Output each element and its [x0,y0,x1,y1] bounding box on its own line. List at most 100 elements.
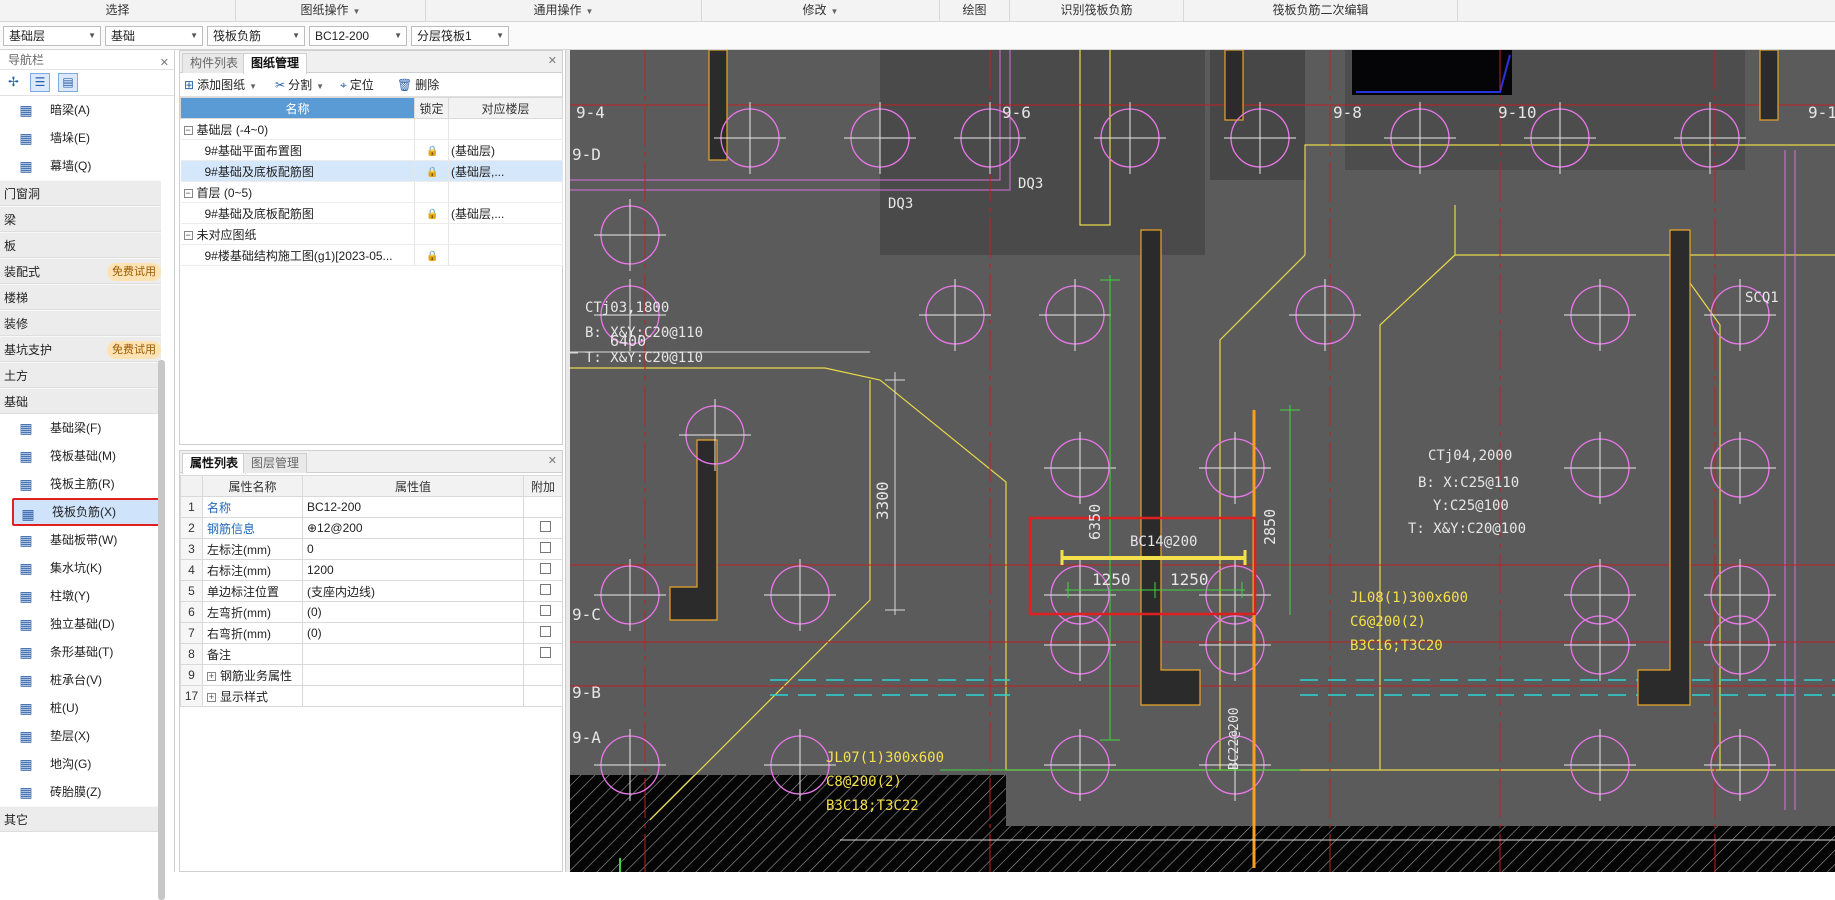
lock-cell[interactable]: 🔒 [414,160,449,182]
table-row[interactable]: 8 备注 [180,643,563,665]
free-trial-badge[interactable]: 免费试用 [107,263,161,281]
extra-checkbox[interactable] [539,626,551,637]
floor-cell[interactable] [448,223,563,245]
table-row[interactable]: 9#楼基础结构施工图(g1)[2023-05... 🔒 [180,244,563,266]
nav-item[interactable]: ▦ 地沟(G) [0,750,174,778]
nav-item[interactable]: ▦ 暗梁(A) [0,96,174,124]
floor-select[interactable]: 基础层 ▼ [3,26,101,46]
table-row[interactable]: 1 名称 BC12-200 [180,496,563,518]
type-select[interactable]: 筏板负筋 ▼ [207,26,305,46]
close-icon[interactable]: ✕ [548,54,557,67]
nav-category[interactable]: 土方 [0,362,161,388]
free-trial-badge[interactable]: 免费试用 [107,341,161,359]
ribbon-group-common-ops[interactable]: 通用操作 ▼ [426,0,702,22]
close-icon[interactable]: ✕ [548,454,557,467]
floor-cell[interactable] [448,181,563,203]
nav-item[interactable]: ▦ 条形基础(T) [0,638,174,666]
split-button[interactable]: ✂ 分割 ▼ [275,76,324,94]
expand-icon[interactable]: + [207,692,216,702]
table-row[interactable]: 7 右弯折(mm) (0) [180,622,563,644]
category-select[interactable]: 基础 ▼ [105,26,203,46]
table-row[interactable]: 9#基础平面布置图 🔒 (基础层) [180,139,563,161]
ribbon-group-select[interactable]: 选择 [0,0,236,22]
extra-checkbox[interactable] [539,605,551,616]
nav-item[interactable]: ▦ 柱墩(Y) [0,582,174,610]
nav-category[interactable]: 门窗洞 [0,180,161,206]
tab-property-list[interactable]: 属性列表 [182,453,247,474]
prop-value-cell[interactable]: (0) [302,622,524,644]
extra-checkbox[interactable] [539,647,551,658]
tab-component-list[interactable]: 构件列表 [182,53,247,73]
table-row[interactable]: 2 钢筋信息 ⊕12@200 [180,517,563,539]
nav-item[interactable]: ▦ 集水坑(K) [0,554,174,582]
lock-icon[interactable]: 🔒 [426,251,438,262]
name-select[interactable]: BC12-200 ▼ [309,26,407,46]
nav-category[interactable]: 板 [0,232,161,258]
col-header-floor[interactable]: 对应楼层 [448,97,563,119]
prop-value-cell[interactable]: (支座内边线) [302,580,524,602]
cad-canvas[interactable]: 9-49-69-89-109-129-D9-C9-B9-A30006000370… [570,50,1835,872]
ribbon-group-identify[interactable]: 识别筏板负筋 [1010,0,1184,22]
lock-icon[interactable]: 🔒 [426,167,438,178]
lock-cell[interactable] [414,223,449,245]
nav-category[interactable]: 楼梯 [0,284,161,310]
add-drawing-button[interactable]: ⊞ 添加图纸 ▼ [184,76,257,94]
expand-icon[interactable]: + [207,671,216,681]
tab-drawing-management[interactable]: 图纸管理 [243,53,308,74]
nav-item[interactable]: ▦ 筏板主筋(R) [0,470,174,498]
nav-item[interactable]: ▦ 垫层(X) [0,722,174,750]
lock-cell[interactable]: 🔒 [414,202,449,224]
collapse-icon[interactable]: − [183,188,193,198]
table-row[interactable]: 3 左标注(mm) 0 [180,538,563,560]
table-row[interactable]: 9#基础及底板配筋图 🔒 (基础层,... [180,202,563,224]
nav-item[interactable]: ▦ 砖胎膜(Z) [0,778,174,806]
locate-button[interactable]: ⌖ 定位 [340,76,374,94]
extra-checkbox[interactable] [539,542,551,553]
table-row[interactable]: − 未对应图纸 [180,223,563,245]
floor-cell[interactable]: (基础层) [448,139,563,161]
lock-icon[interactable]: 🔒 [426,209,438,220]
collapse-icon[interactable]: − [183,230,193,240]
nav-item[interactable]: ▦ 筏板负筋(X) [12,498,162,526]
prop-value-cell[interactable] [302,685,524,707]
extra-checkbox[interactable] [539,563,551,574]
pin-icon[interactable]: ✢ [8,74,19,90]
drawing-name-cell[interactable]: 9#基础平面布置图 [180,139,415,161]
layer-select[interactable]: 分层筏板1 ▼ [411,26,509,46]
floor-cell[interactable] [448,118,563,140]
lock-cell[interactable] [414,118,449,140]
extra-checkbox[interactable] [539,521,551,532]
prop-value-cell[interactable]: 0 [302,538,524,560]
prop-value-cell[interactable] [302,664,524,686]
drawing-name-cell[interactable]: − 基础层 (-4~0) [180,118,415,140]
table-row[interactable]: 6 左弯折(mm) (0) [180,601,563,623]
nav-category[interactable]: 装配式 免费试用 [0,258,161,284]
drawing-name-cell[interactable]: 9#楼基础结构施工图(g1)[2023-05... [180,244,415,266]
nav-category[interactable]: 装修 [0,310,161,336]
nav-item[interactable]: ▦ 桩(U) [0,694,174,722]
col-header-name[interactable]: 名称 [180,97,415,119]
nav-category[interactable]: 梁 [0,206,161,232]
ribbon-group-draw[interactable]: 绘图 [940,0,1010,22]
prop-value-cell[interactable]: (0) [302,601,524,623]
drawing-name-cell[interactable]: 9#基础及底板配筋图 [180,160,415,182]
floor-cell[interactable]: (基础层,... [448,160,563,182]
nav-item[interactable]: ▦ 筏板基础(M) [0,442,174,470]
lock-cell[interactable]: 🔒 [414,139,449,161]
lock-icon[interactable]: 🔒 [426,146,438,157]
prop-value-cell[interactable]: 1200 [302,559,524,581]
table-row[interactable]: − 首层 (0~5) [180,181,563,203]
col-header-lock[interactable]: 锁定 [414,97,449,119]
floor-cell[interactable]: (基础层,... [448,202,563,224]
nav-category[interactable]: 基础 [0,388,161,414]
ribbon-group-modify[interactable]: 修改 ▼ [702,0,940,22]
table-row[interactable]: − 基础层 (-4~0) [180,118,563,140]
prop-value-cell[interactable] [302,643,524,665]
ribbon-group-second-edit[interactable]: 筏板负筋二次编辑 [1184,0,1458,22]
table-row[interactable]: 9 + 钢筋业务属性 [180,664,563,686]
lock-cell[interactable] [414,181,449,203]
cad-drawing[interactable]: 9-49-69-89-109-129-D9-C9-B9-A30006000370… [570,50,1835,872]
nav-category[interactable]: 其它 [0,806,161,832]
table-row[interactable]: 9#基础及底板配筋图 🔒 (基础层,... [180,160,563,182]
collapse-icon[interactable]: − [183,125,193,135]
